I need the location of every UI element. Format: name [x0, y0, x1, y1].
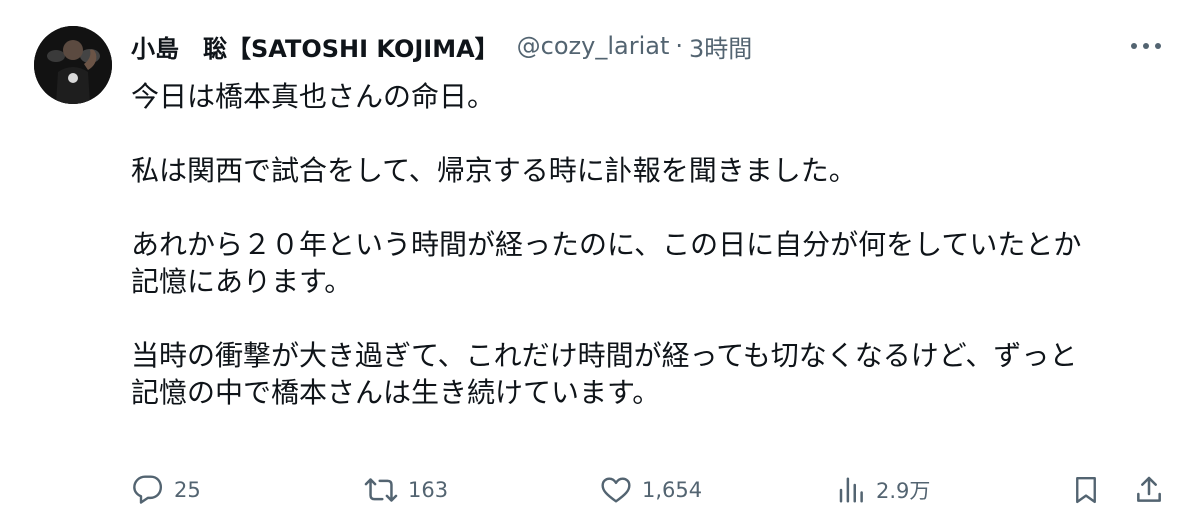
user-handle[interactable]: @cozy_lariat	[517, 32, 670, 60]
reply-button[interactable]: 25	[132, 470, 201, 510]
views-count: 2.9万	[876, 479, 931, 503]
tweet-card[interactable]: 小島 聡【SATOSHI KOJIMA】 @cozy_lariat · 3時間 …	[0, 0, 1195, 523]
share-button[interactable]	[1133, 470, 1165, 510]
tweet-text-line: あれから２０年という時間が経ったのに、この日に自分が何をしていたとか	[131, 228, 1082, 261]
tweet-text: 今日は橋本真也さんの命日。 私は関西で試合をして、帰京する時に訃報を聞きました。…	[131, 78, 1161, 411]
views-icon	[839, 477, 863, 503]
like-count: 1,654	[642, 478, 703, 502]
tweet-text-line: 記憶の中で橋本さんは生き続けています。	[131, 376, 661, 409]
display-name[interactable]: 小島 聡【SATOSHI KOJIMA】	[131, 29, 499, 64]
tweet-text-line: 私は関西で試合をして、帰京する時に訃報を聞きました。	[131, 154, 857, 187]
views-button[interactable]: 2.9万	[836, 470, 930, 510]
retweet-icon	[364, 478, 398, 502]
reply-icon	[133, 475, 163, 504]
reply-count: 25	[174, 478, 201, 502]
tweet-header: 小島 聡【SATOSHI KOJIMA】 @cozy_lariat · 3時間	[131, 28, 752, 64]
separator-dot: ·	[675, 32, 684, 60]
retweet-button[interactable]: 163	[364, 470, 448, 510]
action-bar: 25 163 1,654 2.9万	[0, 470, 1195, 510]
like-button[interactable]: 1,654	[600, 470, 702, 510]
heart-icon	[601, 477, 631, 503]
share-icon	[1137, 476, 1161, 502]
tweet-text-line: 記憶にあります。	[131, 265, 353, 298]
more-button[interactable]	[1128, 32, 1164, 60]
tweet-text-line: 今日は橋本真也さんの命日。	[131, 80, 496, 113]
timestamp[interactable]: 3時間	[689, 29, 752, 64]
profile-photo-icon	[34, 26, 112, 104]
avatar[interactable]	[34, 26, 112, 104]
retweet-count: 163	[408, 478, 449, 502]
bookmark-icon	[1076, 476, 1096, 504]
more-icon	[1131, 43, 1161, 49]
bookmark-button[interactable]	[1071, 470, 1101, 510]
tweet-text-line: 当時の衝撃が大き過ぎて、これだけ時間が経っても切なくなるけど、ずっと	[131, 339, 1078, 372]
